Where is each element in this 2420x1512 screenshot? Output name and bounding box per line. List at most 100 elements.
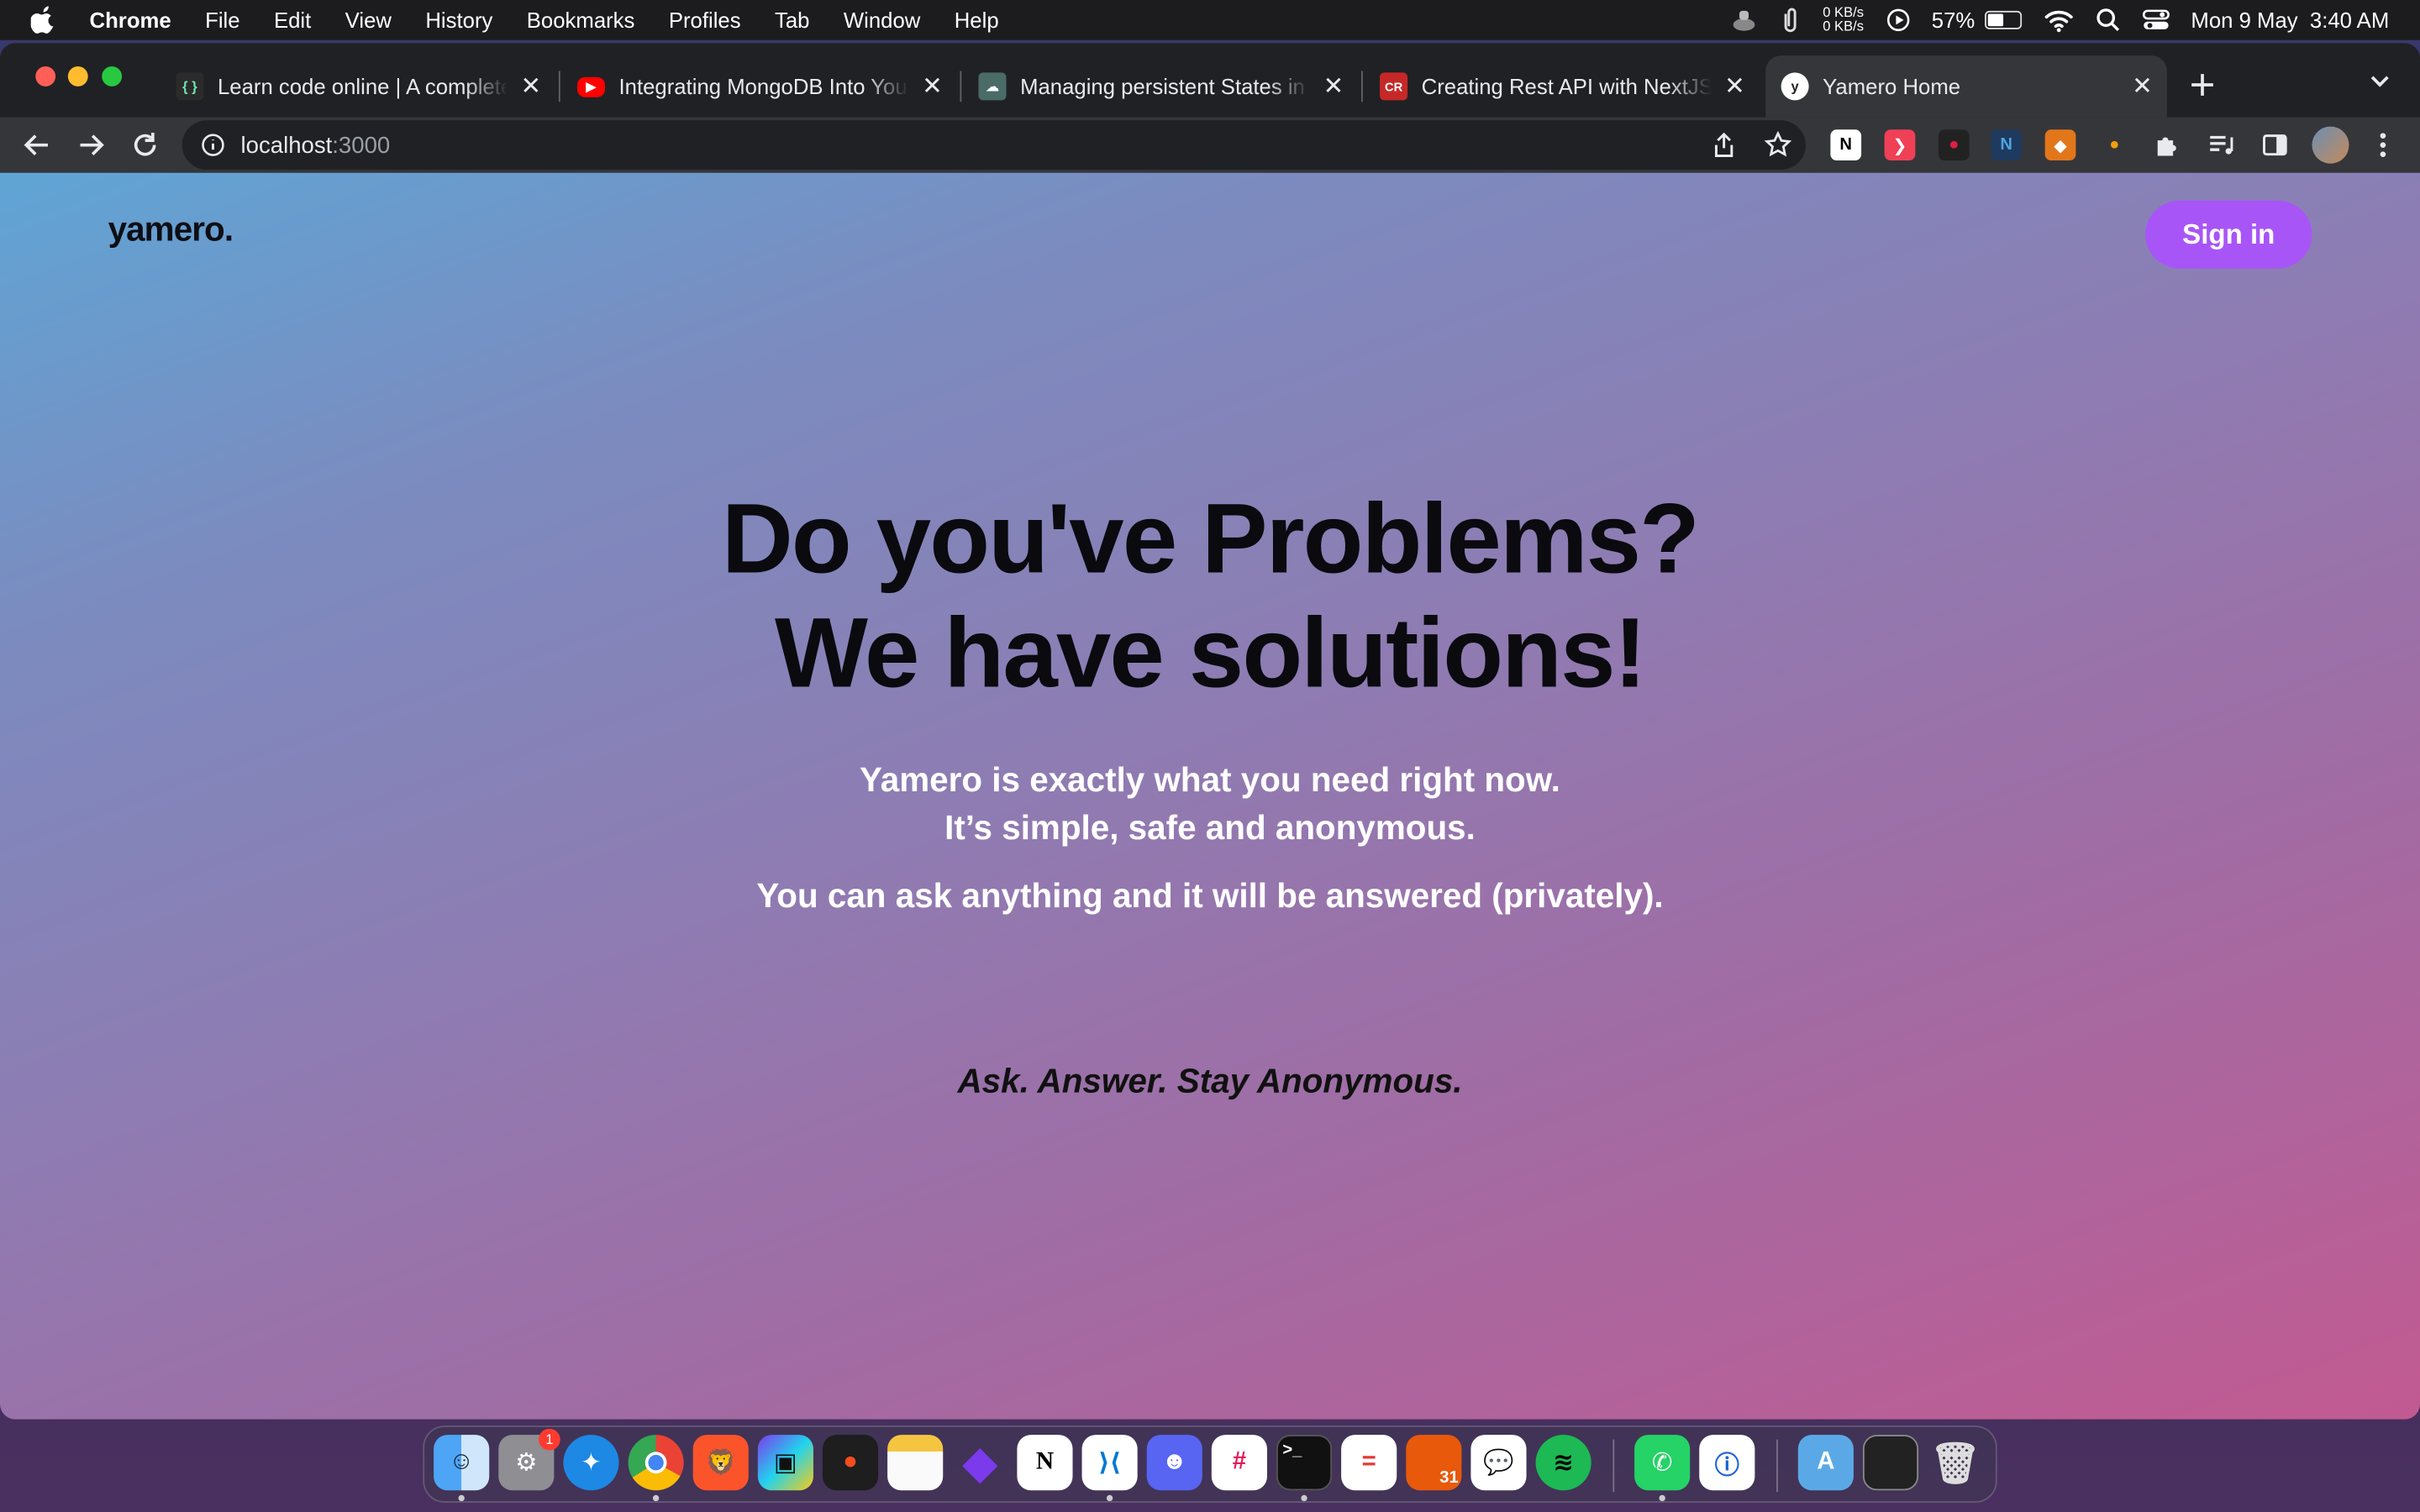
battery-icon xyxy=(1984,10,2022,29)
minimize-window-button[interactable] xyxy=(67,66,88,87)
url-text[interactable]: localhost:3000 xyxy=(241,132,391,158)
net-down-text: 0 KB/s xyxy=(1823,18,1864,34)
discord-icon[interactable]: ☻ xyxy=(1146,1435,1202,1491)
chrome-icon[interactable] xyxy=(628,1435,684,1491)
tab-title: Creating Rest API with NextJS. xyxy=(1421,74,1712,99)
menu-app-name[interactable]: Chrome xyxy=(90,8,171,32)
dock: ☺ ⚙ 1 ✦ 🦁 ▣ ● ◆ N ⟩⟨ ☻ # >_ = 31 💬 ≋ ✆ ⓘ … xyxy=(423,1425,1997,1503)
status-area: 0 KB/s 0 KB/s 57% Mon 9 May 3:40 AM xyxy=(1730,0,2389,40)
new-tab-button[interactable] xyxy=(2186,68,2219,102)
tab-article[interactable]: ☁ Managing persistent States in ✕ xyxy=(966,55,1359,117)
notion-icon[interactable]: N xyxy=(1017,1435,1073,1491)
safari-icon[interactable]: ✦ xyxy=(563,1435,619,1491)
youtube-icon: ▶ xyxy=(576,76,606,97)
close-window-button[interactable] xyxy=(35,66,56,87)
finder-icon[interactable]: ☺ xyxy=(434,1435,490,1491)
hero-description: Yamero is exactly what you need right no… xyxy=(0,756,2420,852)
tab-strip: { } Learn code online | A complete ✕ ▶ I… xyxy=(0,43,2420,118)
trash-icon[interactable]: 🗑 xyxy=(1928,1435,1983,1490)
menu-window[interactable]: Window xyxy=(844,8,920,32)
description-line-2: It’s simple, safe and anonymous. xyxy=(944,808,1476,848)
todo-app-icon[interactable]: = xyxy=(1341,1435,1397,1491)
wifi-icon[interactable] xyxy=(2043,8,2074,33)
reload-icon xyxy=(134,132,156,156)
puzzle-extensions-icon[interactable] xyxy=(2151,129,2182,160)
menu-help[interactable]: Help xyxy=(955,8,999,32)
play-icon[interactable] xyxy=(1886,8,1910,32)
applications-folder-icon[interactable]: A xyxy=(1797,1435,1854,1491)
clock-text[interactable]: Mon 9 May 3:40 AM xyxy=(2191,8,2389,32)
figma-icon[interactable]: ● xyxy=(822,1435,879,1491)
scrimba-icon: { } xyxy=(176,72,204,101)
capsule-extension-icon[interactable]: ● xyxy=(2099,129,2130,160)
terminal-icon[interactable]: >_ xyxy=(1276,1435,1333,1491)
more-menu-icon[interactable] xyxy=(2368,129,2399,160)
forward-button[interactable] xyxy=(72,127,109,164)
description-line-3: You can ask anything and it will be answ… xyxy=(756,876,1664,916)
tab-youtube[interactable]: ▶ Integrating MongoDB Into Your ✕ xyxy=(565,55,957,117)
close-tab-icon[interactable]: ✕ xyxy=(917,71,948,102)
tab-title: Managing persistent States in xyxy=(1020,74,1305,99)
tab-rest-api[interactable]: CR Creating Rest API with NextJS. ✕ xyxy=(1367,55,1760,117)
info-icon[interactable] xyxy=(201,133,225,157)
screen-app-icon[interactable]: ▣ xyxy=(757,1435,813,1491)
hero-line-2: We have solutions! xyxy=(775,596,1647,709)
paperclip-icon[interactable] xyxy=(1780,6,1802,34)
tagline: Ask. Answer. Stay Anonymous. xyxy=(957,1061,1463,1100)
tab-search-button[interactable] xyxy=(2368,68,2399,99)
site-logo[interactable]: yamero. xyxy=(108,210,234,250)
close-tab-icon[interactable]: ✕ xyxy=(515,71,546,102)
reload-button[interactable] xyxy=(127,127,164,164)
tab-title: Learn code online | A complete xyxy=(217,74,508,99)
tab-yamero-home[interactable]: y Yamero Home ✕ xyxy=(1765,55,2167,118)
zoom-window-button[interactable] xyxy=(102,66,123,87)
system-settings-icon[interactable]: ⚙ 1 xyxy=(498,1428,560,1491)
speaker-extension-icon[interactable]: ● xyxy=(1938,129,1970,161)
brave-icon[interactable]: 🦁 xyxy=(692,1435,749,1491)
tab-title: Yamero Home xyxy=(1823,74,1961,99)
downloads-stack-icon[interactable] xyxy=(1862,1435,1919,1491)
close-tab-icon[interactable]: ✕ xyxy=(2127,71,2158,102)
slack-icon[interactable]: # xyxy=(1211,1435,1267,1491)
whatsapp-icon[interactable]: ✆ xyxy=(1634,1435,1691,1491)
network-speed: 0 KB/s 0 KB/s xyxy=(1823,5,1864,34)
1password-icon[interactable]: ⓘ xyxy=(1699,1435,1755,1491)
back-button[interactable] xyxy=(18,127,55,164)
notion-extension-icon[interactable]: N xyxy=(1830,129,1862,161)
side-panel-icon[interactable] xyxy=(2260,129,2291,160)
menu-tab[interactable]: Tab xyxy=(775,8,809,32)
menu-bookmarks[interactable]: Bookmarks xyxy=(527,8,635,32)
metamask-fox-icon[interactable]: ◆ xyxy=(2044,129,2076,161)
menu-view[interactable]: View xyxy=(345,8,392,32)
media-control-icon[interactable] xyxy=(2206,129,2237,160)
vscode-icon[interactable]: ⟩⟨ xyxy=(1081,1435,1138,1491)
profile-avatar[interactable] xyxy=(2312,126,2349,164)
battery-fill xyxy=(1986,13,2004,27)
search-icon[interactable] xyxy=(2096,8,2120,32)
menu-history[interactable]: History xyxy=(425,8,492,32)
tab-scrimba[interactable]: { } Learn code online | A complete ✕ xyxy=(164,55,556,117)
obsidian-icon[interactable]: ◆ xyxy=(952,1435,1007,1490)
address-bar[interactable]: localhost:3000 xyxy=(182,120,1806,171)
menu-profiles[interactable]: Profiles xyxy=(669,8,741,32)
description-line-1: Yamero is exactly what you need right no… xyxy=(860,760,1560,800)
bookmark-star-icon[interactable] xyxy=(1764,131,1792,159)
menu-file[interactable]: File xyxy=(205,8,239,32)
hero-heading: Do you've Problems? We have solutions! xyxy=(0,481,2420,710)
notes-icon[interactable] xyxy=(887,1435,944,1491)
close-tab-icon[interactable]: ✕ xyxy=(1318,71,1349,102)
url-port: :3000 xyxy=(332,132,391,159)
chat-bubble-app-icon[interactable]: 💬 xyxy=(1470,1435,1527,1491)
notion-web-clipper-icon[interactable]: N xyxy=(1991,129,2023,161)
menu-edit[interactable]: Edit xyxy=(274,8,311,32)
coffee-icon[interactable] xyxy=(1730,8,1758,32)
close-tab-icon[interactable]: ✕ xyxy=(1719,71,1750,102)
share-icon[interactable] xyxy=(1710,131,1738,159)
battery-status[interactable]: 57% xyxy=(1932,8,2022,33)
apple-icon[interactable] xyxy=(30,6,55,34)
sign-in-button[interactable]: Sign in xyxy=(2145,200,2312,269)
calendar-app-icon[interactable]: 31 xyxy=(1406,1435,1462,1491)
control-center-icon[interactable] xyxy=(2142,8,2170,32)
spotify-icon[interactable]: ≋ xyxy=(1535,1435,1591,1491)
pocket-extension-icon[interactable]: ❯ xyxy=(1884,129,1916,161)
